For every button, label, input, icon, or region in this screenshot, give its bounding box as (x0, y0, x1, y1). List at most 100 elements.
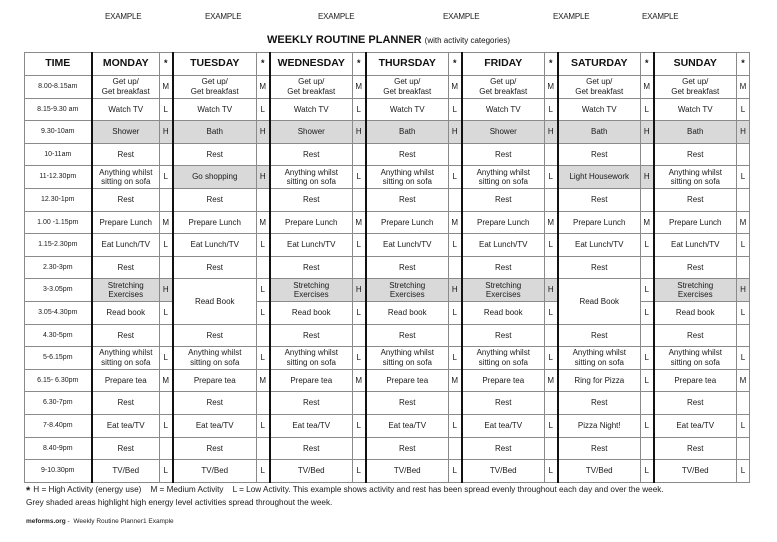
activity-wednesday: Rest (268, 323, 353, 348)
category-thursday (448, 323, 462, 348)
category-monday (159, 391, 173, 415)
activity-sunday: Anything whilst sitting on sofa (652, 346, 737, 370)
activity-sunday: Prepare Lunch (652, 210, 737, 235)
activity-friday: TV/Bed (460, 459, 545, 483)
activity-thursday: Anything whilst sitting on sofa (364, 165, 449, 189)
category-wednesday (352, 323, 366, 348)
time-slot: 6.30-7pm (24, 391, 92, 415)
activity-friday: Prepare tea (460, 368, 545, 393)
category-saturday: L (640, 233, 654, 257)
activity-thursday: Rest (364, 255, 449, 280)
category-thursday (448, 391, 462, 415)
time-slot: 8.40-9pm (24, 436, 92, 461)
table-row: 1.00 -1.15pm Prepare Lunch M Prepare Lunch M… (24, 210, 750, 235)
category-saturday: L (640, 300, 654, 325)
category-tuesday (256, 187, 270, 212)
activity-tuesday: Rest (171, 187, 257, 212)
category-saturday: L (640, 459, 654, 483)
category-friday: M (544, 75, 558, 99)
activity-sunday: Read book (652, 300, 737, 325)
activity-tuesday: Anything whilst sitting on sofa (171, 346, 257, 370)
category-saturday: L (640, 346, 654, 370)
table-row: 5-6.15pm Anything whilst sitting on sofa L… (24, 346, 750, 370)
header-day-sunday: SUNDAY (652, 52, 737, 76)
activity-wednesday: Rest (268, 436, 353, 461)
activity-friday: Eat tea/TV (460, 413, 545, 438)
category-sunday (736, 323, 750, 348)
category-saturday (640, 255, 654, 280)
activity-monday: Watch TV (90, 97, 160, 122)
asterisk-marker: * (26, 485, 31, 497)
activity-sunday: Anything whilst sitting on sofa (652, 165, 737, 189)
category-saturday (640, 323, 654, 348)
activity-wednesday: Prepare Lunch (268, 210, 353, 235)
activity-saturday: Rest (556, 255, 641, 280)
activity-thursday: Anything whilst sitting on sofa (364, 346, 449, 370)
category-friday (544, 187, 558, 212)
category-tuesday (256, 436, 270, 461)
table-row: 4.30-5pm Rest Rest Rest Rest Rest Rest Rest (24, 323, 750, 348)
category-sunday (736, 255, 750, 280)
header-row: TIME MONDAY * TUESDAY * WEDNESDAY * THUR… (24, 52, 750, 76)
activity-thursday: Read book (364, 300, 449, 325)
activity-saturday: Light Housework (556, 165, 641, 189)
category-sunday: L (736, 346, 750, 370)
activity-wednesday: Anything whilst sitting on sofa (268, 165, 353, 189)
example-label: EXAMPLE (318, 12, 355, 21)
category-thursday: L (448, 97, 462, 122)
activity-monday: Eat tea/TV (90, 413, 160, 438)
category-thursday: M (448, 75, 462, 99)
activity-saturday: Eat Lunch/TV (556, 233, 641, 257)
category-thursday (448, 436, 462, 461)
time-slot: 11-12.30pm (24, 165, 92, 189)
header-category: * (544, 52, 558, 76)
category-sunday: L (736, 459, 750, 483)
source-label: Weekly Routine Planner1 Example (73, 518, 174, 525)
header-category: * (256, 52, 270, 76)
activity-monday: Prepare tea (90, 368, 160, 393)
example-label: EXAMPLE (105, 12, 142, 21)
category-tuesday: L (256, 233, 270, 257)
category-wednesday (352, 187, 366, 212)
category-tuesday: M (256, 75, 270, 99)
source-credit: meforms.org - Weekly Routine Planner1 Ex… (26, 518, 174, 525)
example-watermarks: EXAMPLE EXAMPLE EXAMPLE EXAMPLE EXAMPLE … (0, 12, 777, 24)
header-day-saturday: SATURDAY (556, 52, 641, 76)
table-row: 2.30-3pm Rest Rest Rest Rest Rest Rest Rest (24, 255, 750, 280)
table-row: 8.40-9pm Rest Rest Rest Rest Rest Rest Rest (24, 436, 750, 461)
category-friday (544, 255, 558, 280)
activity-thursday: Eat Lunch/TV (364, 233, 449, 257)
activity-saturday: Pizza Night! (556, 413, 641, 438)
activity-wednesday: Rest (268, 391, 353, 415)
legend-line-1: * H = High Activity (energy use) M = Medi… (26, 484, 766, 497)
activity-monday: Rest (90, 436, 160, 461)
category-thursday: H (448, 120, 462, 144)
time-slot: 1.00 -1.15pm (24, 210, 92, 235)
category-saturday: L (640, 413, 654, 438)
activity-friday: Eat Lunch/TV (460, 233, 545, 257)
header-category: * (736, 52, 750, 76)
activity-monday: Prepare Lunch (90, 210, 160, 235)
category-friday: L (544, 413, 558, 438)
category-friday: L (544, 300, 558, 325)
activity-wednesday: Shower (268, 120, 353, 144)
header-day-monday: MONDAY (90, 52, 160, 76)
category-thursday (448, 142, 462, 167)
category-saturday: M (640, 210, 654, 235)
category-saturday (640, 187, 654, 212)
table-row: 11-12.30pm Anything whilst sitting on sof… (24, 165, 750, 189)
activity-wednesday: Eat tea/TV (268, 413, 353, 438)
category-sunday: L (736, 165, 750, 189)
table-row: 8.15-9.30 am Watch TV L Watch TV L Watch TV L W… (24, 97, 750, 122)
activity-wednesday: Rest (268, 187, 353, 212)
category-tuesday: L (256, 97, 270, 122)
category-tuesday: M (256, 210, 270, 235)
activity-friday: Rest (460, 255, 545, 280)
activity-sunday: Stretching Exercises (652, 278, 737, 302)
activity-monday: Rest (90, 255, 160, 280)
activity-friday: Rest (460, 187, 545, 212)
table-row: 9-10.30pm TV/Bed L TV/Bed L TV/Bed L TV/Bed L TV/… (24, 459, 750, 483)
activity-friday: Prepare Lunch (460, 210, 545, 235)
time-slot: 4.30-5pm (24, 323, 92, 348)
category-monday: L (159, 97, 173, 122)
